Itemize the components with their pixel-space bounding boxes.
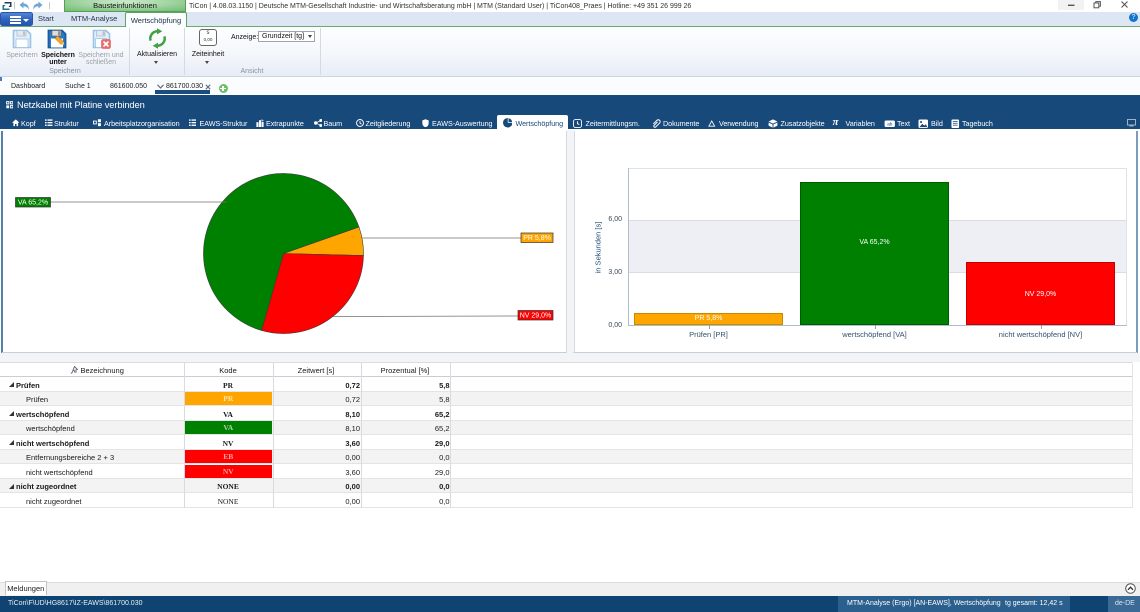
- svg-text:NV 29,0%: NV 29,0%: [520, 313, 552, 320]
- svg-text:PR 5,8%: PR 5,8%: [523, 235, 551, 242]
- svg-text:ab: ab: [887, 121, 893, 126]
- svg-text:VA 65,2%: VA 65,2%: [18, 200, 48, 207]
